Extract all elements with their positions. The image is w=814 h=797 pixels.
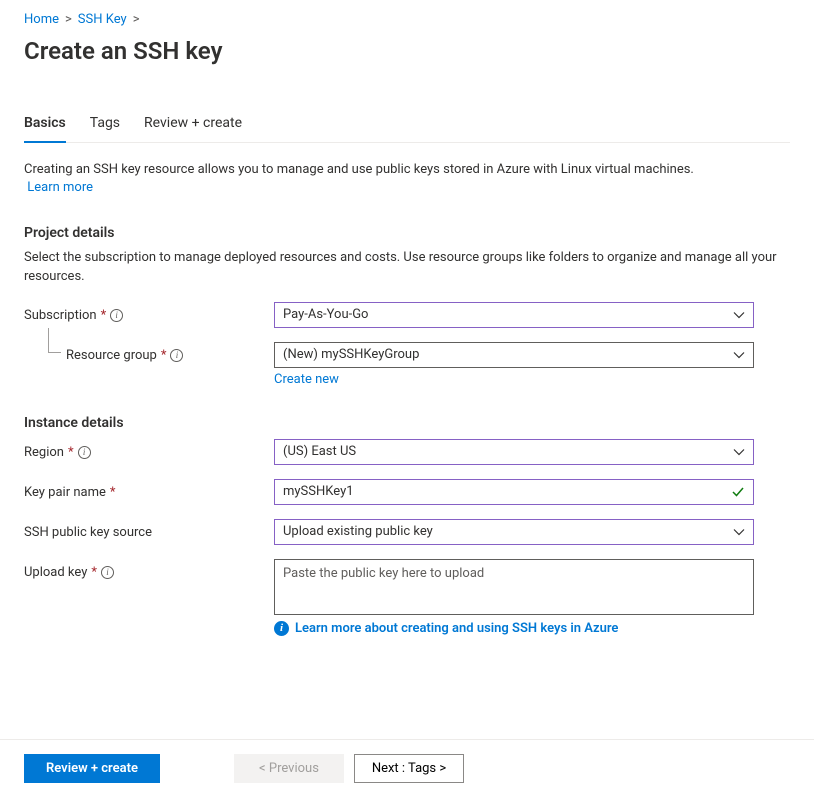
info-icon[interactable]: i: [110, 309, 123, 322]
chevron-right-icon: >: [65, 12, 72, 27]
next-button[interactable]: Next : Tags >: [354, 754, 464, 783]
previous-button: < Previous: [234, 754, 344, 783]
section-project-details-desc: Select the subscription to manage deploy…: [24, 249, 790, 285]
info-icon[interactable]: i: [170, 349, 183, 362]
review-create-button[interactable]: Review + create: [24, 754, 160, 783]
ssh-public-key-source-label: SSH public key source: [24, 519, 274, 540]
ssh-public-key-source-select[interactable]: Upload existing public key: [274, 519, 754, 545]
info-icon[interactable]: i: [78, 446, 91, 459]
tab-tags[interactable]: Tags: [90, 115, 120, 143]
required-indicator: *: [110, 485, 116, 500]
required-indicator: *: [91, 565, 97, 580]
tab-basics[interactable]: Basics: [24, 115, 66, 143]
key-pair-name-label: Key pair name *: [24, 479, 274, 500]
chevron-down-icon: [733, 349, 745, 361]
tabs: Basics Tags Review + create: [24, 115, 790, 143]
upload-key-textarea[interactable]: Paste the public key here to upload: [274, 559, 754, 615]
learn-more-link[interactable]: Learn more: [27, 180, 93, 195]
resource-group-label: Resource group * i: [24, 342, 274, 363]
subscription-label: Subscription * i: [24, 302, 274, 323]
resource-group-select[interactable]: (New) mySSHKeyGroup: [274, 342, 754, 368]
breadcrumb-home[interactable]: Home: [24, 12, 59, 27]
region-select[interactable]: (US) East US: [274, 439, 754, 465]
intro-text: Creating an SSH key resource allows you …: [24, 161, 790, 197]
breadcrumb-sshkey[interactable]: SSH Key: [78, 12, 127, 27]
region-label: Region * i: [24, 439, 274, 460]
section-instance-details-title: Instance details: [24, 415, 790, 431]
key-pair-name-input[interactable]: mySSHKey1: [274, 479, 754, 505]
check-icon: [731, 485, 745, 499]
section-project-details-title: Project details: [24, 225, 790, 241]
chevron-down-icon: [733, 526, 745, 538]
upload-key-label: Upload key * i: [24, 559, 274, 580]
chevron-down-icon: [733, 309, 745, 321]
breadcrumb: Home > SSH Key >: [24, 12, 790, 27]
info-icon[interactable]: i: [101, 566, 114, 579]
tab-review-create[interactable]: Review + create: [144, 115, 242, 143]
required-indicator: *: [161, 348, 167, 363]
chevron-down-icon: [733, 446, 745, 458]
page-title: Create an SSH key: [24, 37, 790, 65]
learn-more-ssh-link[interactable]: Learn more about creating and using SSH …: [295, 621, 618, 636]
footer: Review + create < Previous Next : Tags >: [0, 739, 814, 797]
required-indicator: *: [101, 308, 107, 323]
create-new-link[interactable]: Create new: [274, 372, 339, 387]
subscription-select[interactable]: Pay-As-You-Go: [274, 302, 754, 328]
required-indicator: *: [68, 445, 74, 460]
chevron-right-icon: >: [133, 12, 140, 27]
info-icon: i: [274, 621, 289, 636]
